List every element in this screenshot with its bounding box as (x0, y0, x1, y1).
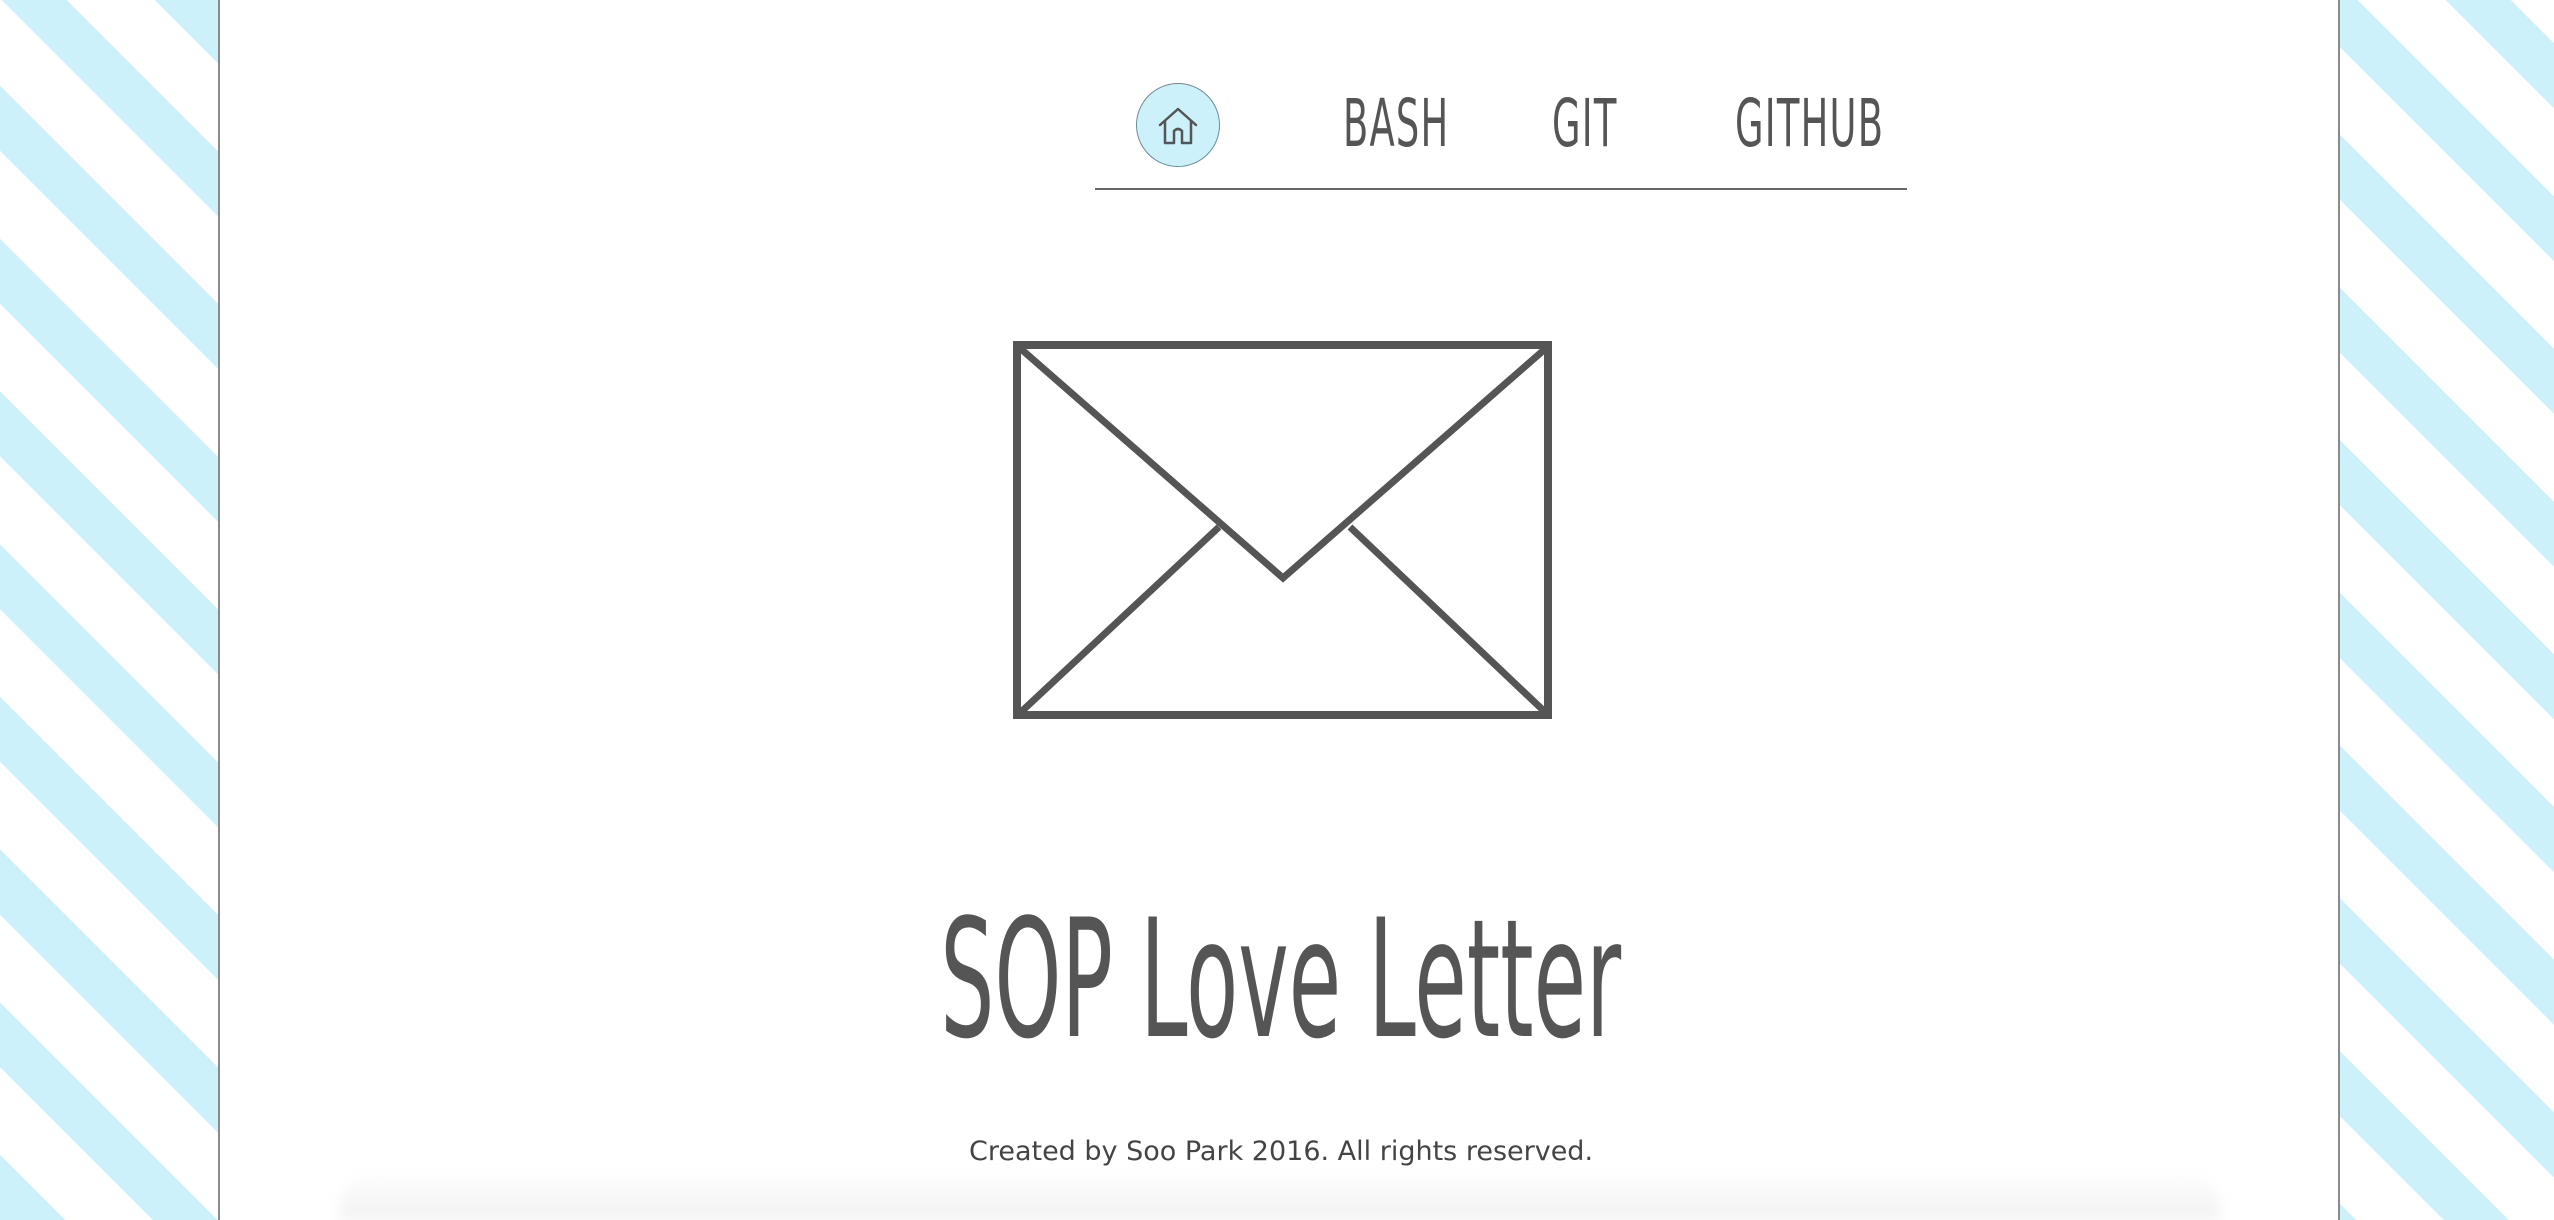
bottom-shadow (340, 1170, 2220, 1220)
nav-link-git[interactable]: GIT (1552, 84, 1618, 164)
envelope-icon (1013, 341, 1552, 719)
top-nav: BASH GIT GITHUB (1095, 80, 1907, 190)
home-icon (1158, 107, 1198, 145)
nav-link-bash[interactable]: BASH (1343, 84, 1449, 164)
page-title-text: SOP Love Letter (940, 884, 1622, 1075)
page-container: BASH GIT GITHUB SOP Love Letter Created … (218, 0, 2340, 1220)
page-title: SOP Love Letter (220, 890, 2342, 1070)
nav-link-github[interactable]: GITHUB (1735, 84, 1884, 164)
footer-copyright: Created by Soo Park 2016. All rights res… (968, 1136, 1594, 1167)
home-button[interactable] (1136, 83, 1220, 167)
